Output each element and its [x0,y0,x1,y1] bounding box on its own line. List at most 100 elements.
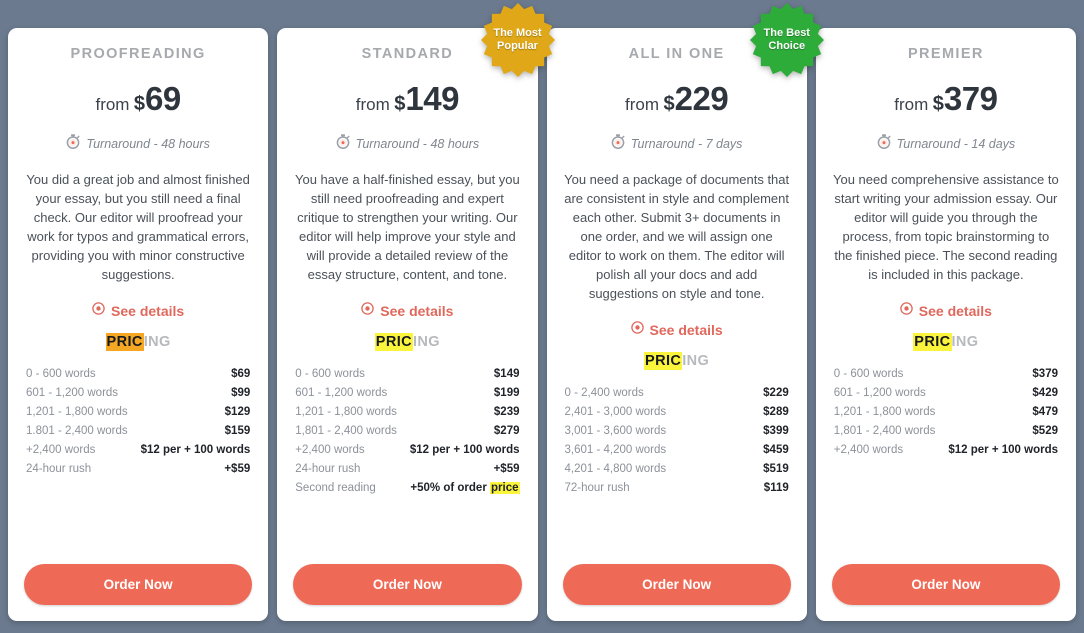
pricing-row-value: +50% of order price [410,481,520,494]
pricing-heading-highlighted: PRIC [105,333,144,351]
turnaround-row: Turnaround - 14 days [832,134,1060,154]
pricing-row-label: 1,201 - 1,800 words [833,405,936,418]
see-details-link[interactable]: See details [24,302,252,320]
pricing-row-value: $279 [493,424,520,437]
pricing-row: 1,201 - 1,800 words $239 [293,402,521,421]
pricing-row: 601 - 1,200 words $199 [293,383,521,402]
card-description: You have a half-finished essay, but you … [294,172,520,282]
pricing-heading-rest: ING [951,334,979,350]
card-price: from $229 [563,80,791,118]
pricing-row-label: Second reading [295,481,376,494]
pricing-row-label: 3,601 - 4,200 words [564,443,667,456]
card-description: You did a great job and almost finished … [26,172,250,282]
pricing-row: 24-hour rush +$59 [293,459,521,478]
pricing-card: PROOFREADING from $69 Turnaround - 48 hour… [8,28,269,621]
pricing-row-value: $529 [1032,424,1058,437]
pricing-card-list: PROOFREADING from $69 Turnaround - 48 hour… [0,0,1084,633]
price-from-label: from [894,95,929,114]
pricing-heading: PRICING [832,333,1060,351]
pricing-row-value: $519 [763,462,789,475]
best-choice-badge: The Best Choice [749,2,825,78]
pricing-row-label: 0 - 2,400 words [564,386,644,399]
order-now-button[interactable]: Order Now [562,564,791,605]
pricing-row: 0 - 2,400 words $229 [563,383,791,402]
see-details-link[interactable]: See details [563,321,791,339]
pricing-heading-highlighted: PRIC [374,333,413,351]
pricing-row-label: 4,201 - 4,800 words [564,462,667,475]
card-price: from $69 [24,80,252,118]
pricing-row: 0 - 600 words $149 [293,364,521,383]
pricing-row-label: 1,201 - 1,800 words [295,405,397,418]
pricing-row: 601 - 1,200 words $429 [832,383,1060,402]
pricing-row-value: $479 [1032,405,1058,418]
pricing-row-value: $229 [763,386,789,399]
pricing-row: 1,201 - 1,800 words $479 [832,402,1060,421]
pricing-row: 1,801 - 2,400 words $279 [293,421,521,440]
pricing-row: 0 - 600 words $379 [832,364,1060,383]
order-now-button[interactable]: Order Now [831,564,1060,605]
pricing-row-label: 24-hour rush [26,462,92,475]
pricing-row: 24-hour rush +$59 [24,459,252,478]
pricing-row-value: $119 [763,481,789,494]
pricing-row-label: +2,400 words [833,443,904,456]
order-now-button[interactable]: Order Now [24,564,253,605]
pricing-row-value: +$59 [224,462,251,475]
pricing-row-value: $12 per + 100 words [140,443,251,456]
badge-label: The Most Popular [493,27,542,52]
most-popular-badge: The Most Popular [480,2,556,78]
pricing-row: 1,201 - 1,800 words $129 [24,402,252,421]
pricing-row-value: +$59 [493,462,520,475]
pricing-row-label: 601 - 1,200 words [295,386,388,399]
stopwatch-icon [336,134,350,154]
see-details-label: See details [380,303,454,319]
card-description: You need a package of documents that are… [564,172,790,301]
eye-icon [361,302,375,315]
stopwatch-icon [67,134,80,149]
price-from-label: from [625,95,660,114]
pricing-row-value: $99 [231,386,251,399]
pricing-heading-rest: ING [413,334,440,350]
see-details-link[interactable]: See details [293,302,521,320]
price-currency: $ [394,93,406,115]
pricing-row-value: $159 [224,424,251,437]
order-now-button[interactable]: Order Now [293,564,522,605]
pricing-row-label: 0 - 600 words [26,367,96,380]
pricing-card: The Most Popular STANDARD from $149 Turnarou… [277,3,555,621]
card-title: PROOFREADING [70,46,206,62]
pricing-row: 72-hour rush $119 [563,478,791,497]
eye-icon [92,302,105,315]
pricing-heading: PRICING [563,352,791,370]
see-details-link[interactable]: See details [832,302,1060,320]
pricing-heading: PRICING [293,333,521,351]
card-description: You need comprehensive assistance to sta… [833,172,1059,282]
pricing-row-label: 1,801 - 2,400 words [295,424,397,437]
pricing-row-label: 601 - 1,200 words [26,386,119,399]
pricing-row-value: $199 [493,386,520,399]
pricing-card: PREMIER from $379 Turnaround - 14 days You … [815,28,1076,621]
card-price: from $379 [832,80,1060,118]
pricing-row-label: 1,201 - 1,800 words [26,405,128,418]
pricing-row-label: 24-hour rush [295,462,361,475]
pricing-row-label: +2,400 words [26,443,96,456]
pricing-row-value: $69 [231,367,251,380]
see-details-label: See details [111,303,185,319]
pricing-row-value: $12 per + 100 words [948,443,1058,456]
pricing-rows: 0 - 600 words $149 601 - 1,200 words $199 1,… [293,364,521,497]
stopwatch-icon [611,134,625,149]
eye-icon [900,302,913,315]
pricing-rows: 0 - 2,400 words $229 2,401 - 3,000 words $2… [563,383,791,497]
pricing-rows: 0 - 600 words $69 601 - 1,200 words $99 1,20… [24,364,252,478]
price-from-label: from [355,95,390,114]
stopwatch-icon [336,134,350,149]
pricing-row: +2,400 words $12 per + 100 words [832,440,1060,459]
pricing-row: 601 - 1,200 words $99 [24,383,252,402]
turnaround-label: Turnaround - 48 hours [86,137,210,151]
stopwatch-icon [877,134,891,149]
pricing-rows: 0 - 600 words $379 601 - 1,200 words $429 1,… [832,364,1060,459]
pricing-heading-highlighted: PRIC [644,352,683,370]
turnaround-row: Turnaround - 48 hours [24,134,252,154]
see-details-label: See details [918,303,992,319]
price-currency: $ [133,93,146,115]
pricing-row-label: +2,400 words [295,443,365,456]
pricing-row: 3,001 - 3,600 words $399 [563,421,791,440]
